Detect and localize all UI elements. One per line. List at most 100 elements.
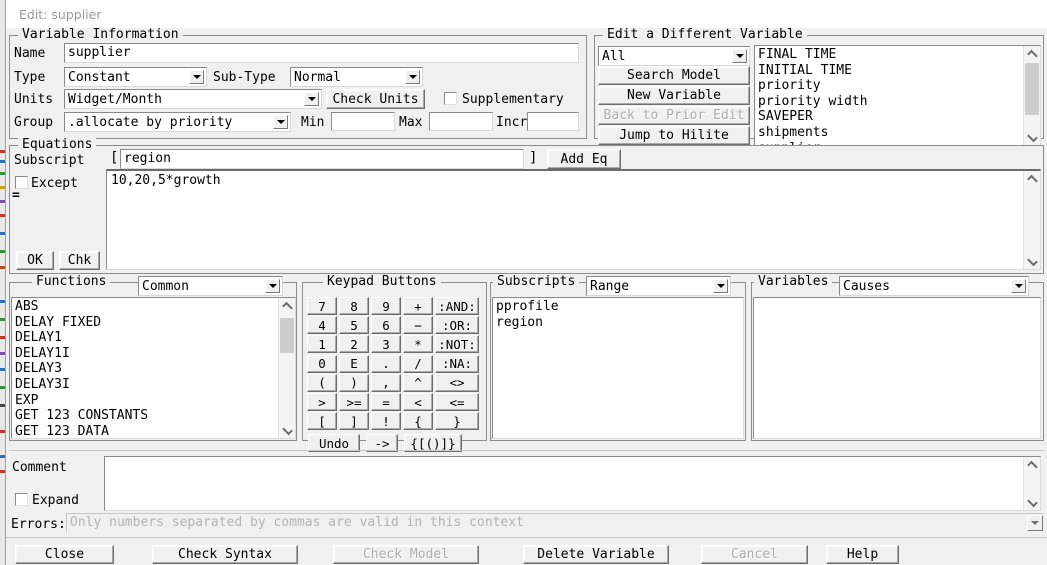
subscript-list-item[interactable]: pprofile: [496, 299, 740, 315]
new-variable-button[interactable]: New Variable: [598, 86, 750, 105]
keypad-key-[interactable]: ^: [403, 373, 433, 392]
subscripts-filter-combobox[interactable]: Range: [586, 276, 731, 296]
scroll-up-icon[interactable]: [1024, 457, 1040, 473]
keypad-key-2[interactable]: 2: [339, 335, 369, 354]
functions-list-scrollbar[interactable]: [278, 298, 295, 438]
keypad-key-[interactable]: =: [371, 393, 401, 411]
variable-filter-combobox[interactable]: All: [598, 46, 750, 66]
subscripts-list[interactable]: pprofile region: [492, 297, 744, 439]
variable-list[interactable]: FINAL TIME INITIAL TIME priority priority w…: [754, 45, 1041, 146]
supplementary-checkbox[interactable]: [444, 92, 457, 105]
expand-checkbox[interactable]: [15, 493, 28, 506]
variable-list-item[interactable]: shipments: [758, 125, 1022, 141]
chk-button[interactable]: Chk: [59, 251, 100, 270]
chevron-down-icon[interactable]: [1011, 279, 1026, 293]
variable-list-item[interactable]: SAVEPER: [758, 109, 1022, 125]
type-combobox[interactable]: Constant: [64, 67, 207, 87]
keypad-key-1[interactable]: 1: [307, 335, 337, 354]
function-list-item[interactable]: DELAY1I: [15, 346, 277, 362]
keypad-key-[interactable]: [: [307, 412, 337, 431]
chevron-down-icon[interactable]: [189, 70, 204, 84]
chevron-down-icon[interactable]: [304, 92, 319, 106]
keypad-key-5[interactable]: 5: [339, 316, 369, 335]
keypad-key-NA[interactable]: :NA:: [435, 354, 479, 373]
scrollbar-thumb[interactable]: [280, 318, 294, 353]
keypad-key-0[interactable]: 0: [307, 354, 337, 373]
check-syntax-button[interactable]: Check Syntax: [152, 545, 298, 564]
scroll-down-icon[interactable]: [1024, 494, 1040, 510]
function-list-item[interactable]: DELAY3I: [15, 377, 277, 393]
scroll-down-icon[interactable]: [1024, 129, 1040, 145]
keypad-key-[interactable]: ,: [371, 373, 401, 392]
add-eq-button[interactable]: Add Eq: [547, 149, 621, 169]
scroll-up-icon[interactable]: [1024, 171, 1040, 187]
chevron-down-icon[interactable]: [273, 115, 288, 129]
subscript-list-item[interactable]: region: [496, 315, 740, 331]
chevron-down-icon[interactable]: [713, 279, 728, 293]
function-list-item[interactable]: DELAY FIXED: [15, 315, 277, 331]
incr-input[interactable]: [527, 112, 579, 131]
scroll-down-icon[interactable]: [1024, 253, 1040, 269]
function-list-item[interactable]: GET 123 DATA: [15, 424, 277, 438]
keypad-key-[interactable]: }: [435, 412, 479, 431]
units-combobox[interactable]: Widget/Month: [64, 89, 322, 109]
keypad-key-6[interactable]: 6: [371, 316, 401, 335]
keypad-key-NOT[interactable]: :NOT:: [435, 335, 479, 354]
keypad-key-[interactable]: ): [339, 373, 369, 392]
close-button[interactable]: Close: [15, 545, 114, 564]
keypad-key-[interactable]: >=: [339, 393, 369, 411]
keypad-key-8[interactable]: 8: [339, 297, 369, 315]
function-list-item[interactable]: EXP: [15, 393, 277, 409]
keypad-key-[interactable]: .: [371, 354, 401, 373]
function-list-item[interactable]: DELAY1: [15, 330, 277, 346]
comment-scrollbar[interactable]: [1023, 457, 1040, 510]
keypad-key-[interactable]: !: [371, 412, 401, 431]
keypad-key-[interactable]: <>: [435, 373, 479, 392]
keypad-key-[interactable]: +: [403, 297, 433, 315]
keypad-key-[interactable]: ]: [339, 412, 369, 431]
equation-scrollbar[interactable]: [1023, 171, 1040, 269]
name-input[interactable]: supplier: [64, 43, 579, 63]
variable-list-item[interactable]: FINAL TIME: [758, 47, 1022, 63]
keypad-key-[interactable]: (: [307, 373, 337, 392]
errors-dropdown-button[interactable]: [1027, 515, 1043, 531]
keypad-key-[interactable]: <: [403, 393, 433, 411]
keypad-key-E[interactable]: E: [339, 354, 369, 373]
keypad-key-[interactable]: {: [403, 412, 433, 431]
scroll-up-icon[interactable]: [279, 298, 295, 314]
min-input[interactable]: [331, 112, 395, 131]
delete-variable-button[interactable]: Delete Variable: [523, 545, 669, 564]
variable-list-scrollbar[interactable]: [1023, 46, 1040, 145]
subscript-input[interactable]: region: [120, 149, 524, 169]
chevron-down-icon[interactable]: [265, 279, 280, 293]
keypad-key-[interactable]: <=: [435, 393, 479, 411]
variable-list-item[interactable]: priority: [758, 78, 1022, 94]
search-model-button[interactable]: Search Model: [598, 66, 750, 85]
keypad-key-4[interactable]: 4: [307, 316, 337, 335]
keypad-key-9[interactable]: 9: [371, 297, 401, 315]
keypad-key-7[interactable]: 7: [307, 297, 337, 315]
scroll-up-icon[interactable]: [1024, 46, 1040, 62]
keypad-key-[interactable]: /: [403, 354, 433, 373]
function-list-item[interactable]: ABS: [15, 299, 277, 315]
keypad-key-OR[interactable]: :OR:: [435, 316, 479, 335]
keypad-key-3[interactable]: 3: [371, 335, 401, 354]
variables-filter-combobox[interactable]: Causes: [839, 276, 1029, 296]
function-list-item[interactable]: DELAY3: [15, 361, 277, 377]
group-combobox[interactable]: .allocate by priority: [64, 112, 291, 132]
ok-button[interactable]: OK: [16, 251, 54, 270]
chevron-down-icon[interactable]: [405, 70, 420, 84]
scroll-down-icon[interactable]: [279, 422, 295, 438]
variable-list-item[interactable]: priority width: [758, 94, 1022, 110]
keypad-key-AND[interactable]: :AND:: [435, 297, 479, 315]
functions-filter-combobox[interactable]: Common: [138, 276, 283, 296]
variables-causes-list[interactable]: [753, 297, 1041, 439]
equation-editor[interactable]: 10,20,5*growth: [106, 169, 1041, 270]
keypad-key-[interactable]: −: [403, 316, 433, 335]
comment-editor[interactable]: [104, 456, 1041, 511]
chevron-down-icon[interactable]: [732, 49, 747, 63]
variable-list-item[interactable]: INITIAL TIME: [758, 63, 1022, 79]
jump-to-hilite-button[interactable]: Jump to Hilite: [598, 126, 750, 145]
max-input[interactable]: [429, 112, 493, 131]
functions-list[interactable]: ABS DELAY FIXED DELAY1 DELAY1I DELAY3 DELAY3I…: [11, 297, 296, 439]
